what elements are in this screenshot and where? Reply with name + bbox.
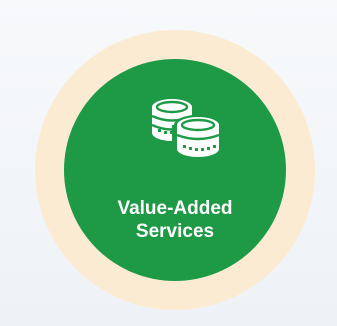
service-label-line2: Services [135,221,215,242]
service-badge [64,59,286,281]
coins-icon [146,95,226,163]
service-label: Value-Added Services [64,197,286,243]
service-label-line1: Value-Added [117,198,233,219]
